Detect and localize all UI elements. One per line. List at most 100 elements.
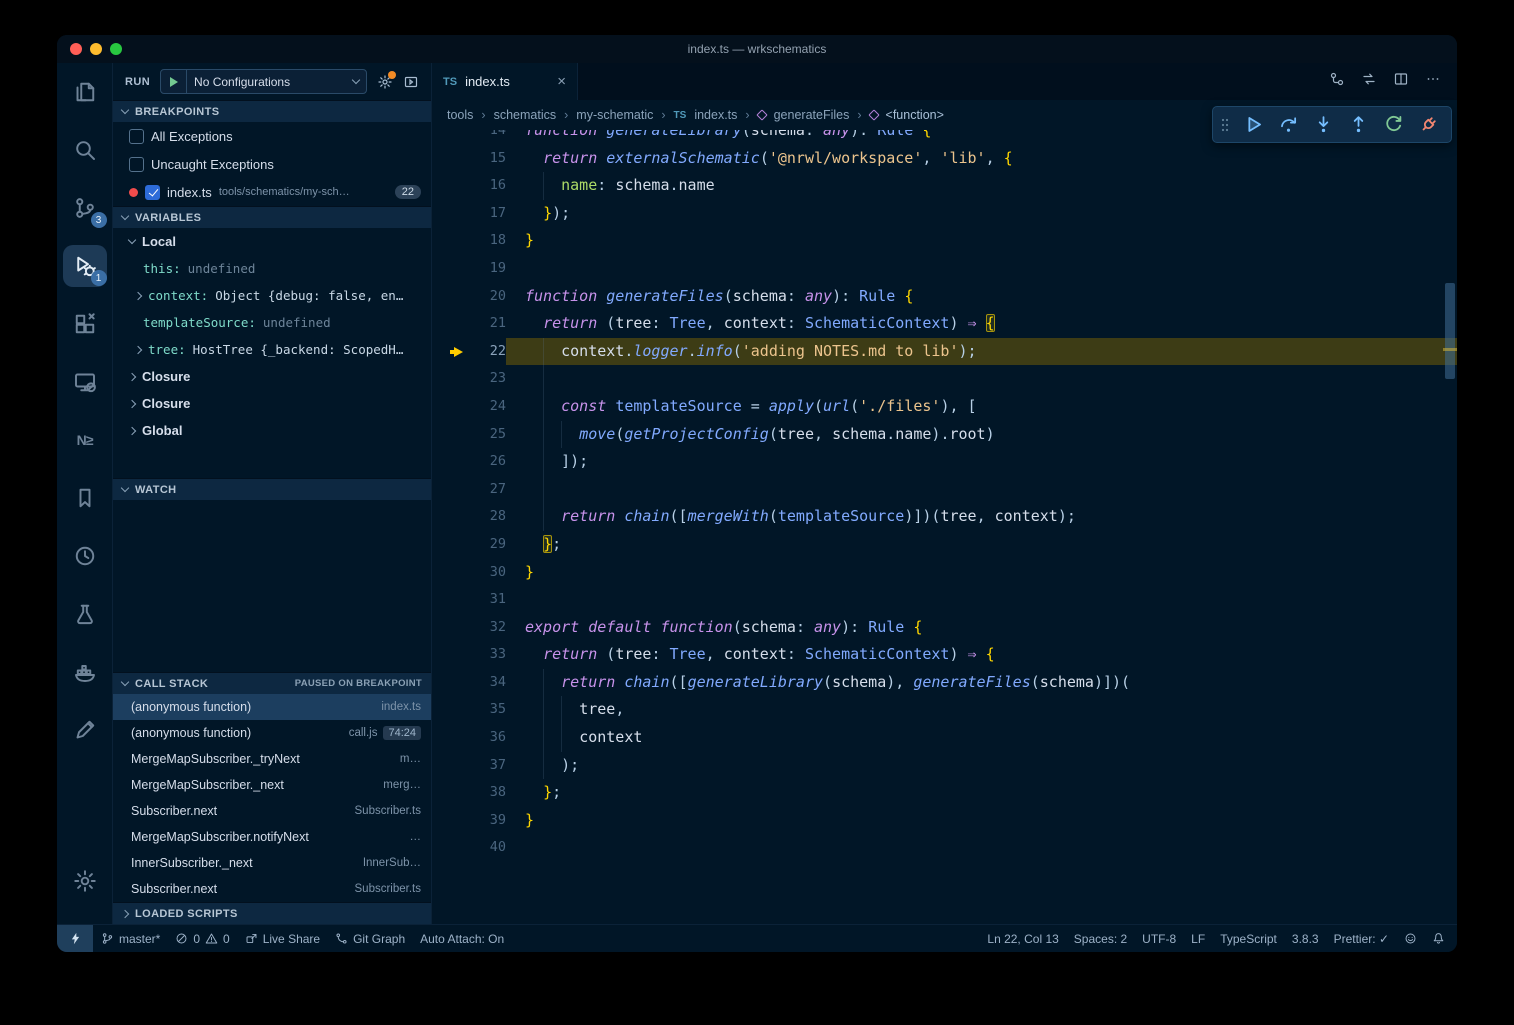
bookmarks-icon[interactable] xyxy=(63,477,107,519)
code-line-content[interactable]: return externalSchematic('@nrwl/workspac… xyxy=(506,145,1457,173)
language-mode-status[interactable]: TypeScript xyxy=(1220,932,1277,946)
source-control-icon[interactable]: 3 xyxy=(63,187,107,229)
step-out-button[interactable] xyxy=(1342,111,1374,139)
problems-status[interactable]: 0 0 xyxy=(175,932,229,946)
nx-console-icon[interactable]: N≥ xyxy=(63,419,107,461)
breakpoint-index-ts[interactable]: index.ts tools/schematics/my-sch… 22 xyxy=(113,178,431,206)
code-line-content[interactable] xyxy=(506,586,1457,614)
breadcrumb-item[interactable]: tools xyxy=(447,108,473,122)
search-icon[interactable] xyxy=(63,129,107,171)
toolbar-drag-handle[interactable] xyxy=(1220,116,1230,134)
code-line-content[interactable]: } xyxy=(506,807,1457,835)
call-stack-frame[interactable]: (anonymous function)index.ts xyxy=(113,694,431,720)
breakpoint-margin[interactable] xyxy=(432,476,468,504)
call-stack-frame[interactable]: InnerSubscriber._nextInnerSub… xyxy=(113,850,431,876)
prettier-status[interactable]: Prettier: ✓ xyxy=(1334,932,1389,946)
breakpoint-margin[interactable] xyxy=(432,724,468,752)
breakpoint-all-exceptions[interactable]: All Exceptions xyxy=(113,122,431,150)
code-line-content[interactable]: return (tree: Tree, context: SchematicCo… xyxy=(506,641,1457,669)
scrollbar-slider[interactable] xyxy=(1445,283,1455,379)
call-stack-frame[interactable]: MergeMapSubscriber._nextmerg… xyxy=(113,772,431,798)
settings-gear-icon[interactable] xyxy=(63,860,107,902)
breakpoint-margin[interactable] xyxy=(432,807,468,835)
variables-section-header[interactable]: VARIABLES xyxy=(113,206,431,228)
code-line-content[interactable]: ); xyxy=(506,752,1457,780)
edit-icon[interactable] xyxy=(63,709,107,751)
code-line-content[interactable]: context.logger.info('adding NOTES.md to … xyxy=(506,338,1457,366)
code-line-content[interactable]: ]); xyxy=(506,448,1457,476)
open-changes-icon[interactable] xyxy=(1329,71,1345,92)
tab-index-ts[interactable]: TS index.ts × xyxy=(432,63,578,100)
breakpoint-margin[interactable] xyxy=(432,752,468,780)
code-line-content[interactable]: function generateFiles(schema: any): Rul… xyxy=(506,283,1457,311)
breakpoint-margin[interactable] xyxy=(432,641,468,669)
code-line-content[interactable]: return chain([generateLibrary(schema), g… xyxy=(506,669,1457,697)
step-over-button[interactable] xyxy=(1272,111,1304,139)
code-line-content[interactable]: } xyxy=(506,559,1457,587)
variable-row[interactable]: tree:HostTree {_backend: ScopedH… xyxy=(113,336,431,363)
code-line-content[interactable] xyxy=(506,476,1457,504)
breakpoint-margin[interactable] xyxy=(432,130,468,145)
live-share-status[interactable]: Live Share xyxy=(245,932,320,946)
compare-changes-icon[interactable] xyxy=(1361,71,1377,92)
code-line-content[interactable]: const templateSource = apply(url('./file… xyxy=(506,393,1457,421)
watch-section-header[interactable]: WATCH xyxy=(113,478,431,500)
code-line-content[interactable]: } xyxy=(506,227,1457,255)
code-line-content[interactable]: }; xyxy=(506,531,1457,559)
variable-row[interactable]: this:undefined xyxy=(113,255,431,282)
disconnect-button[interactable] xyxy=(1412,111,1444,139)
explorer-icon[interactable] xyxy=(63,71,107,113)
breakpoint-margin[interactable] xyxy=(432,559,468,587)
breakpoint-margin[interactable] xyxy=(432,365,468,393)
zoom-button[interactable] xyxy=(110,43,122,55)
code-line-content[interactable]: export default function(schema: any): Ru… xyxy=(506,614,1457,642)
encoding-status[interactable]: UTF-8 xyxy=(1142,932,1176,946)
breakpoints-section-header[interactable]: BREAKPOINTS xyxy=(113,100,431,122)
remote-explorer-icon[interactable] xyxy=(63,361,107,403)
auto-attach-status[interactable]: Auto Attach: On xyxy=(420,932,504,946)
code-line-content[interactable]: return chain([mergeWith(templateSource)]… xyxy=(506,503,1457,531)
breakpoint-margin[interactable] xyxy=(432,227,468,255)
run-debug-icon[interactable]: 1 xyxy=(63,245,107,287)
breadcrumb-item[interactable]: <function> xyxy=(886,108,944,122)
open-run-panel-icon[interactable] xyxy=(403,74,419,90)
breakpoint-uncaught-exceptions[interactable]: Uncaught Exceptions xyxy=(113,150,431,178)
breakpoint-margin[interactable] xyxy=(432,779,468,807)
more-actions-icon[interactable] xyxy=(1425,71,1441,92)
remote-indicator[interactable] xyxy=(57,925,93,952)
breakpoint-margin[interactable] xyxy=(432,310,468,338)
continue-button[interactable] xyxy=(1237,111,1269,139)
variable-row[interactable]: context:Object {debug: false, en… xyxy=(113,282,431,309)
call-stack-frame[interactable]: MergeMapSubscriber._tryNextm… xyxy=(113,746,431,772)
code-line-content[interactable] xyxy=(506,365,1457,393)
minimize-button[interactable] xyxy=(90,43,102,55)
eol-status[interactable]: LF xyxy=(1191,932,1205,946)
code-line-content[interactable]: }; xyxy=(506,779,1457,807)
call-stack-frame[interactable]: (anonymous function)call.js74:24 xyxy=(113,720,431,746)
step-into-button[interactable] xyxy=(1307,111,1339,139)
variable-scope-row[interactable]: Closure xyxy=(113,390,431,417)
close-tab-icon[interactable]: × xyxy=(557,74,566,89)
loaded-scripts-section-header[interactable]: LOADED SCRIPTS xyxy=(113,902,431,924)
breakpoint-margin[interactable] xyxy=(432,503,468,531)
breakpoint-margin[interactable] xyxy=(432,393,468,421)
feedback-icon[interactable] xyxy=(1404,932,1417,945)
notifications-bell-icon[interactable] xyxy=(1432,932,1445,945)
launch-config-dropdown[interactable]: No Configurations xyxy=(160,69,367,94)
breakpoint-margin[interactable] xyxy=(432,283,468,311)
call-stack-frame[interactable]: Subscriber.nextSubscriber.ts xyxy=(113,876,431,902)
code-line-content[interactable]: move(getProjectConfig(tree, schema.name)… xyxy=(506,421,1457,449)
breakpoint-margin[interactable] xyxy=(432,145,468,173)
breakpoint-margin[interactable] xyxy=(432,696,468,724)
start-debug-button[interactable] xyxy=(161,70,187,93)
beaker-icon[interactable] xyxy=(63,593,107,635)
code-editor[interactable]: 14function generateLibrary(schema: any):… xyxy=(432,130,1457,924)
call-stack-section-header[interactable]: CALL STACK PAUSED ON BREAKPOINT xyxy=(113,672,431,694)
code-line-content[interactable]: tree, xyxy=(506,696,1457,724)
checkbox[interactable] xyxy=(129,129,144,144)
split-editor-icon[interactable] xyxy=(1393,71,1409,92)
variables-scope-local[interactable]: Local xyxy=(113,228,431,255)
variable-scope-row[interactable]: Global xyxy=(113,417,431,444)
git-graph-status[interactable]: Git Graph xyxy=(335,932,405,946)
checkbox[interactable] xyxy=(129,157,144,172)
